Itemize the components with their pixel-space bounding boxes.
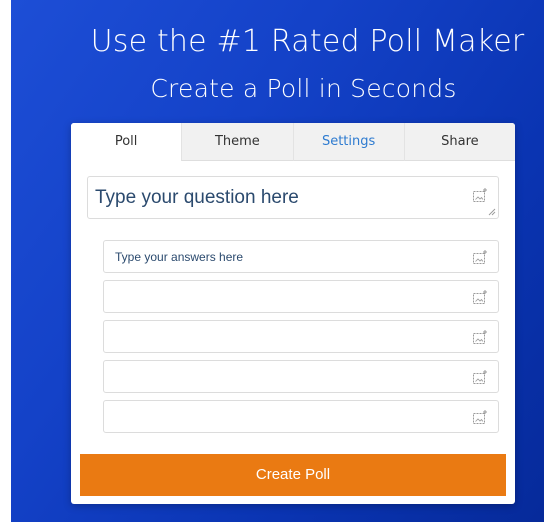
hero-subheadline: Create a Poll in Seconds (150, 74, 457, 103)
create-poll-button[interactable]: Create Poll (80, 454, 506, 496)
resize-handle-icon[interactable] (488, 208, 496, 216)
answer-field-2[interactable] (103, 280, 499, 313)
add-image-icon[interactable] (472, 289, 488, 305)
add-image-icon[interactable] (472, 369, 488, 385)
tab-settings[interactable]: Settings (292, 123, 404, 161)
tab-share[interactable]: Share (403, 123, 515, 161)
add-image-icon[interactable] (472, 249, 488, 265)
page: Use the #1 Rated Poll Maker Create a Pol… (0, 0, 544, 522)
tab-bar: Poll Theme Settings Share (71, 123, 515, 161)
add-image-icon[interactable] (472, 409, 488, 425)
hero-headline: Use the #1 Rated Poll Maker (90, 24, 525, 59)
question-textarea[interactable]: Type your question here (87, 176, 499, 219)
add-image-icon[interactable] (472, 187, 488, 203)
add-image-icon[interactable] (472, 329, 488, 345)
tab-poll[interactable]: Poll (71, 123, 182, 161)
answers-list: Type your answers here (103, 240, 499, 440)
answer-field-1[interactable]: Type your answers here (103, 240, 499, 273)
poll-builder-card: Poll Theme Settings Share Type your ques… (71, 123, 515, 504)
question-placeholder: Type your question here (95, 187, 299, 208)
tab-theme[interactable]: Theme (181, 123, 293, 161)
answer-field-3[interactable] (103, 320, 499, 353)
answer-field-5[interactable] (103, 400, 499, 433)
answer-field-4[interactable] (103, 360, 499, 393)
answer-placeholder: Type your answers here (115, 250, 244, 264)
